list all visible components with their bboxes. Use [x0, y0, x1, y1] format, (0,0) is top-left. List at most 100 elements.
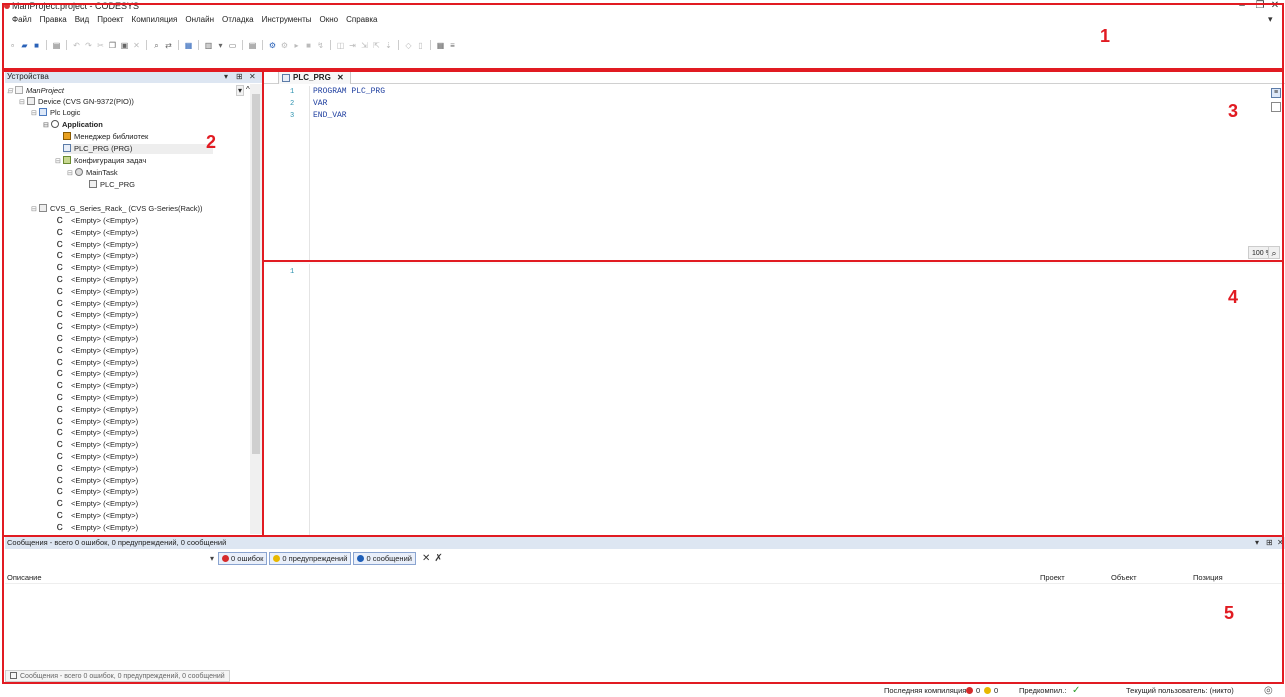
- menu-project[interactable]: Проект: [97, 13, 123, 26]
- panel-close-icon[interactable]: ✕: [1277, 537, 1284, 549]
- tree-node-empty-slot[interactable]: Ꮯ <Empty> (<Empty>): [57, 358, 138, 368]
- panel-pin-icon[interactable]: ⊞: [236, 71, 243, 83]
- tree-node-empty-slot[interactable]: Ꮯ <Empty> (<Empty>): [57, 476, 138, 486]
- menu-file[interactable]: Файл: [12, 13, 32, 26]
- tree-node-empty-slot[interactable]: Ꮯ <Empty> (<Empty>): [57, 405, 138, 415]
- breakpoint-icon[interactable]: ◫: [336, 41, 345, 50]
- print-icon[interactable]: ▤: [52, 41, 61, 50]
- tree-node-empty-slot[interactable]: Ꮯ <Empty> (<Empty>): [57, 263, 138, 273]
- devices-scrollbar[interactable]: [250, 84, 262, 534]
- tree-node-project[interactable]: ⊟ ManProject: [7, 86, 64, 96]
- step-over-icon[interactable]: ⇥: [348, 41, 357, 50]
- tree-node-empty-slot[interactable]: Ꮯ <Empty> (<Empty>): [57, 428, 138, 438]
- copy-icon[interactable]: ❐: [108, 41, 117, 50]
- table-view-icon[interactable]: [1271, 102, 1281, 112]
- add-object-icon[interactable]: ▥: [204, 41, 213, 50]
- declaration-editor[interactable]: 1 2 3 PROGRAM PLC_PRG VAR END_VAR: [264, 86, 1285, 262]
- tree-node-empty-slot[interactable]: Ꮯ <Empty> (<Empty>): [57, 240, 138, 250]
- tree-node-empty-slot[interactable]: Ꮯ <Empty> (<Empty>): [57, 464, 138, 474]
- menu-edit[interactable]: Правка: [40, 13, 67, 26]
- tree-node-empty-slot[interactable]: Ꮯ <Empty> (<Empty>): [57, 523, 138, 533]
- menu-tools[interactable]: Инструменты: [262, 13, 312, 26]
- tab-plc-prg[interactable]: PLC_PRG ✕: [278, 71, 351, 84]
- tree-node-empty-slot[interactable]: Ꮯ <Empty> (<Empty>): [57, 346, 138, 356]
- tree-node-rack[interactable]: ⊟ CVS_G_Series_Rack_ (CVS G-Series(Rack)): [31, 204, 203, 214]
- tree-node-main-task[interactable]: ⊟ MainTask: [67, 168, 118, 178]
- set-next-icon[interactable]: ⇣: [384, 41, 393, 50]
- menu-window[interactable]: Окно: [320, 13, 339, 26]
- tree-node-empty-slot[interactable]: Ꮯ <Empty> (<Empty>): [57, 334, 138, 344]
- filter-messages-button[interactable]: 0 сообщений: [353, 552, 416, 565]
- logout-icon[interactable]: ⚙: [280, 41, 289, 50]
- start-icon[interactable]: ▸: [292, 41, 301, 50]
- tree-node-empty-slot[interactable]: Ꮯ <Empty> (<Empty>): [57, 216, 138, 226]
- tree-node-empty-slot[interactable]: Ꮯ <Empty> (<Empty>): [57, 452, 138, 462]
- watch-icon[interactable]: ▦: [436, 41, 445, 50]
- tree-node-empty-slot[interactable]: Ꮯ <Empty> (<Empty>): [57, 511, 138, 521]
- add-folder-icon[interactable]: ▭: [228, 41, 237, 50]
- column-description[interactable]: Описание: [7, 571, 42, 584]
- stop-icon[interactable]: ■: [304, 41, 313, 50]
- new-file-icon[interactable]: ▫: [8, 41, 17, 50]
- collapse-icon[interactable]: ⊟: [43, 121, 49, 131]
- build-icon[interactable]: ▤: [248, 41, 257, 50]
- tree-node-empty-slot[interactable]: Ꮯ <Empty> (<Empty>): [57, 417, 138, 427]
- notification-icon[interactable]: ◎: [1264, 684, 1273, 697]
- panel-close-icon[interactable]: ✕: [249, 71, 256, 83]
- tree-node-empty-slot[interactable]: Ꮯ <Empty> (<Empty>): [57, 393, 138, 403]
- tree-node-empty-slot[interactable]: Ꮯ <Empty> (<Empty>): [57, 228, 138, 238]
- cut-icon[interactable]: ✂: [96, 41, 105, 50]
- reset-icon[interactable]: ↯: [316, 41, 325, 50]
- tree-node-application[interactable]: ⊟ Application: [43, 120, 103, 130]
- implementation-editor[interactable]: 1: [264, 264, 1285, 536]
- save-icon[interactable]: ■: [32, 41, 41, 50]
- panel-menu-icon[interactable]: ▾: [224, 71, 228, 83]
- menu-view[interactable]: Вид: [75, 13, 89, 26]
- tree-node-empty-slot[interactable]: Ꮯ <Empty> (<Empty>): [57, 287, 138, 297]
- collapse-icon[interactable]: ⊟: [7, 87, 13, 97]
- step-out-icon[interactable]: ⇱: [372, 41, 381, 50]
- clear-messages-icon[interactable]: ✕: [422, 553, 430, 564]
- tree-node-library-manager[interactable]: Менеджер библиотек: [63, 132, 148, 142]
- delete-icon[interactable]: ✕: [132, 41, 141, 50]
- panel-pin-icon[interactable]: ⊞: [1266, 537, 1273, 549]
- tree-node-empty-slot[interactable]: Ꮯ <Empty> (<Empty>): [57, 369, 138, 379]
- menu-help[interactable]: Справка: [346, 13, 377, 26]
- step-into-icon[interactable]: ⇲: [360, 41, 369, 50]
- tree-node-empty-slot[interactable]: Ꮯ <Empty> (<Empty>): [57, 299, 138, 309]
- replace-icon[interactable]: ⇄: [164, 41, 173, 50]
- tree-node-device[interactable]: ⊟ Device (CVS GN-9372(PIO)): [19, 97, 134, 107]
- zoom-icon[interactable]: ⌕: [1268, 246, 1280, 259]
- collapse-icon[interactable]: ⊟: [67, 169, 73, 179]
- tree-node-plc-logic[interactable]: ⊟ Plc Logic: [31, 108, 80, 118]
- column-object[interactable]: Объект: [1111, 571, 1137, 584]
- tree-dropdown-icon[interactable]: ▾: [236, 85, 245, 96]
- column-project[interactable]: Проект: [1040, 571, 1065, 584]
- collapse-icon[interactable]: ⊟: [55, 157, 61, 167]
- clear-all-icon[interactable]: ✗: [434, 553, 442, 564]
- tree-node-plc-prg[interactable]: PLC_PRG (PRG): [63, 144, 213, 154]
- message-source-dropdown-icon[interactable]: ▾: [210, 554, 214, 563]
- tree-node-empty-slot[interactable]: Ꮯ <Empty> (<Empty>): [57, 381, 138, 391]
- paste-icon[interactable]: ▣: [120, 41, 129, 50]
- tree-node-empty-slot[interactable]: Ꮯ <Empty> (<Empty>): [57, 322, 138, 332]
- login-icon[interactable]: ⚙: [268, 41, 277, 50]
- find-icon[interactable]: ⌕: [152, 41, 161, 50]
- messages-bottom-tab[interactable]: Сообщения - всего 0 ошибок, 0 предупрежд…: [5, 670, 230, 682]
- menu-online[interactable]: Онлайн: [185, 13, 214, 26]
- filter-errors-button[interactable]: 0 ошибок: [218, 552, 268, 565]
- dropdown-arrow-icon[interactable]: ▾: [216, 41, 225, 50]
- tree-node-empty-slot[interactable]: Ꮯ <Empty> (<Empty>): [57, 251, 138, 261]
- text-view-icon[interactable]: ≡: [1271, 88, 1281, 98]
- tab-close-icon[interactable]: ✕: [337, 73, 344, 82]
- tree-node-empty-slot[interactable]: Ꮯ <Empty> (<Empty>): [57, 310, 138, 320]
- minimize-button[interactable]: –: [1232, 0, 1252, 12]
- tree-node-task-configuration[interactable]: ⊟ Конфигурация задач: [55, 156, 146, 166]
- tree-node-empty-slot[interactable]: Ꮯ <Empty> (<Empty>): [57, 487, 138, 497]
- tree-node-empty-slot[interactable]: Ꮯ <Empty> (<Empty>): [57, 275, 138, 285]
- collapse-icon[interactable]: ⊟: [31, 109, 37, 119]
- close-button[interactable]: ✕: [1265, 0, 1285, 12]
- more-tools-icon[interactable]: ≡: [448, 41, 457, 50]
- open-file-icon[interactable]: ▰: [20, 41, 29, 50]
- scrollbar-thumb[interactable]: [252, 94, 260, 454]
